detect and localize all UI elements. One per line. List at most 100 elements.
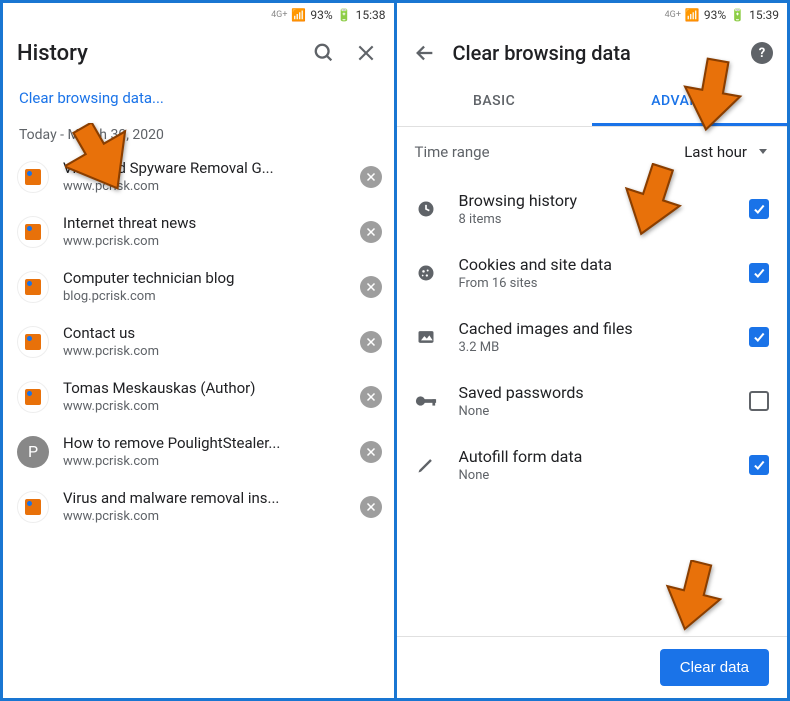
history-item[interactable]: Computer technician blog blog.pcrisk.com	[3, 259, 394, 314]
history-screen: 4G+ 📶 93% 🔋 15:38 History Clear browsing…	[3, 3, 394, 698]
favicon-pcrisk	[17, 216, 49, 248]
clock-icon	[415, 199, 437, 219]
date-header: Today - March 30, 2020	[3, 117, 394, 149]
image-icon	[415, 327, 437, 347]
history-item-text: Virus and malware removal ins... www.pcri…	[63, 489, 346, 524]
history-item-text: How to remove PoulightStealer...www.pcri…	[63, 434, 346, 469]
clear-data-item-text: Autofill form dataNone	[459, 447, 728, 483]
clear-data-item-sub: 8 items	[459, 212, 728, 227]
page-title: Clear browsing data	[453, 41, 738, 65]
status-bar: 4G+ 📶 93% 🔋 15:38	[3, 3, 394, 27]
clear-data-item-sub: 3.2 MB	[459, 340, 728, 355]
clear-browsing-data-link[interactable]: Clear browsing data...	[3, 79, 394, 117]
history-item-text: Computer technician blog blog.pcrisk.com	[63, 269, 346, 304]
status-bar: 4G+ 📶 93% 🔋 15:39	[397, 3, 788, 27]
history-item-title: Contact us	[63, 324, 346, 342]
favicon-pcrisk	[17, 491, 49, 523]
tab-basic[interactable]: BASIC	[397, 79, 592, 126]
network-icon: 4G+	[665, 10, 681, 20]
clear-data-screen: 4G+ 📶 93% 🔋 15:39 Clear browsing data ? …	[397, 3, 788, 698]
clear-data-button[interactable]: Clear data	[660, 649, 769, 686]
tab-advanced[interactable]: ADVANCED	[592, 79, 787, 126]
clear-data-list: Browsing history 8 items Cookies and site …	[397, 177, 788, 636]
battery-icon: 🔋	[730, 8, 745, 22]
clear-data-item[interactable]: Cached images and files 3.2 MB	[397, 305, 788, 369]
back-icon[interactable]	[411, 39, 439, 67]
delete-item-icon[interactable]	[360, 166, 382, 188]
pencil-icon	[415, 455, 437, 475]
time-range-label: Time range	[415, 143, 490, 161]
history-item-title: Internet threat news	[63, 214, 346, 232]
history-item-title: Virus and Spyware Removal G...	[63, 159, 346, 177]
history-item-url: www.pcrisk.com	[63, 179, 346, 194]
cookie-icon	[415, 263, 437, 283]
button-row: Clear data	[397, 636, 788, 698]
page-title: History	[17, 41, 296, 66]
history-item-title: Virus and malware removal ins...	[63, 489, 346, 507]
clear-data-item[interactable]: Autofill form dataNone	[397, 433, 788, 497]
clear-data-item-text: Browsing history 8 items	[459, 191, 728, 227]
clear-data-item-text: Cached images and files 3.2 MB	[459, 319, 728, 355]
history-item-url: www.pcrisk.com	[63, 399, 346, 414]
signal-icon: 📶	[291, 8, 306, 22]
checkbox-checked-icon[interactable]	[749, 327, 769, 347]
key-icon	[415, 394, 437, 408]
favicon-pcrisk	[17, 326, 49, 358]
delete-item-icon[interactable]	[360, 496, 382, 518]
history-item[interactable]: P How to remove PoulightStealer...www.pcr…	[3, 424, 394, 479]
history-header: History	[3, 27, 394, 79]
clear-data-item[interactable]: Browsing history 8 items	[397, 177, 788, 241]
network-icon: 4G+	[271, 10, 287, 20]
delete-item-icon[interactable]	[360, 331, 382, 353]
history-item-text: Tomas Meskauskas (Author) www.pcrisk.com	[63, 379, 346, 414]
history-list: Virus and Spyware Removal G... www.pcrisk…	[3, 149, 394, 698]
clear-data-item-title: Browsing history	[459, 191, 728, 210]
clear-data-item-title: Cached images and files	[459, 319, 728, 338]
search-icon[interactable]	[310, 39, 338, 67]
history-item-title: Computer technician blog	[63, 269, 346, 287]
delete-item-icon[interactable]	[360, 221, 382, 243]
favicon-pcrisk	[17, 381, 49, 413]
clear-data-item[interactable]: Cookies and site dataFrom 16 sites	[397, 241, 788, 305]
clear-data-item-title: Cookies and site data	[459, 255, 728, 274]
help-icon[interactable]: ?	[751, 42, 773, 64]
checkbox-checked-icon[interactable]	[749, 263, 769, 283]
history-item-text: Internet threat news www.pcrisk.com	[63, 214, 346, 249]
close-icon[interactable]	[352, 39, 380, 67]
clear-data-item[interactable]: Saved passwords None	[397, 369, 788, 433]
favicon-pcrisk	[17, 161, 49, 193]
history-item-url: www.pcrisk.com	[63, 454, 346, 469]
clear-data-item-text: Saved passwords None	[459, 383, 728, 419]
checkbox-checked-icon[interactable]	[749, 455, 769, 475]
signal-icon: 📶	[685, 8, 700, 22]
history-item-title: Tomas Meskauskas (Author)	[63, 379, 346, 397]
delete-item-icon[interactable]	[360, 441, 382, 463]
history-item[interactable]: Tomas Meskauskas (Author) www.pcrisk.com	[3, 369, 394, 424]
clock: 15:39	[749, 8, 779, 22]
delete-item-icon[interactable]	[360, 386, 382, 408]
history-item[interactable]: Virus and Spyware Removal G... www.pcrisk…	[3, 149, 394, 204]
battery-icon: 🔋	[337, 8, 352, 22]
favicon-pcrisk	[17, 271, 49, 303]
history-item-url: www.pcrisk.com	[63, 344, 346, 359]
checkbox-checked-icon[interactable]	[749, 199, 769, 219]
history-item-url: www.pcrisk.com	[63, 509, 346, 524]
checkbox-unchecked-icon[interactable]	[749, 391, 769, 411]
history-item-text: Contact us www.pcrisk.com	[63, 324, 346, 359]
battery-pct: 93%	[310, 8, 332, 22]
delete-item-icon[interactable]	[360, 276, 382, 298]
history-item[interactable]: Internet threat news www.pcrisk.com	[3, 204, 394, 259]
history-item[interactable]: Contact us www.pcrisk.com	[3, 314, 394, 369]
clear-data-item-text: Cookies and site dataFrom 16 sites	[459, 255, 728, 291]
clear-data-item-title: Saved passwords	[459, 383, 728, 402]
time-range-value: Last hour	[684, 143, 747, 161]
chevron-down-icon	[757, 143, 769, 161]
time-range-row[interactable]: Time range Last hour	[397, 127, 788, 177]
history-item-url: blog.pcrisk.com	[63, 289, 346, 304]
favicon-generic: P	[17, 436, 49, 468]
clear-data-item-sub: None	[459, 468, 728, 483]
clear-data-item-sub: None	[459, 404, 728, 419]
history-item-url: www.pcrisk.com	[63, 234, 346, 249]
history-item[interactable]: Virus and malware removal ins... www.pcri…	[3, 479, 394, 534]
cbd-header: Clear browsing data ?	[397, 27, 788, 79]
